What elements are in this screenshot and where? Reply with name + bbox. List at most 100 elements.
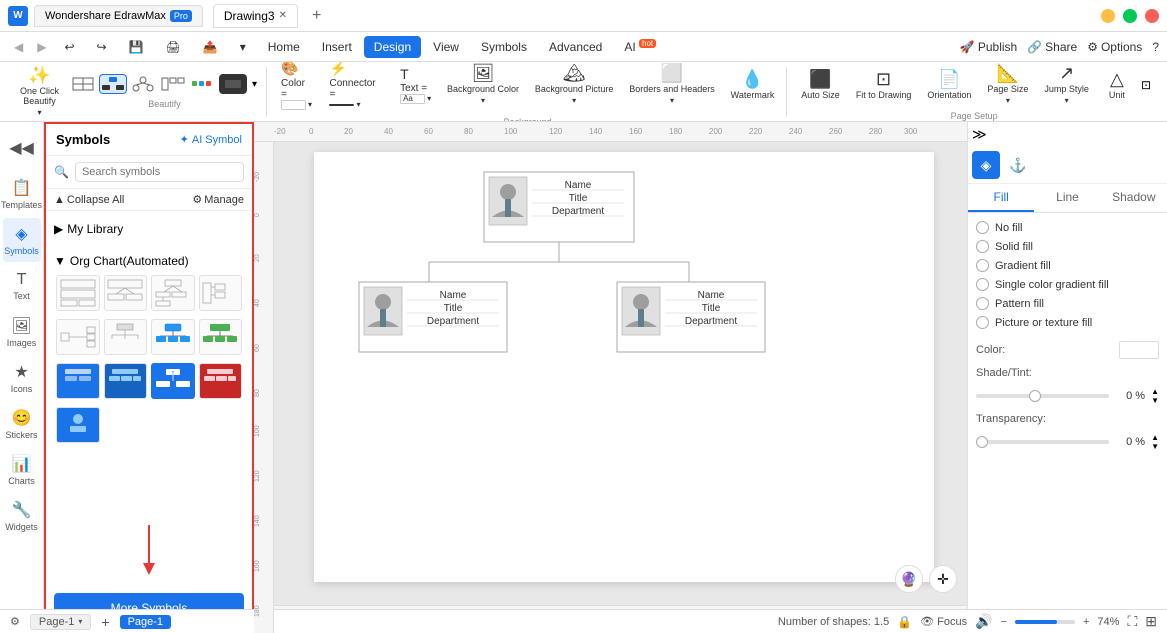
symbol-item-11[interactable]: T xyxy=(151,363,195,399)
watermark-button[interactable]: 💧 Watermark xyxy=(725,63,781,107)
nav-back-icon[interactable]: ◀ xyxy=(8,38,29,56)
sound-button[interactable]: 🔊 xyxy=(975,613,992,630)
layout-style-4[interactable] xyxy=(159,74,187,94)
borders-dropdown[interactable]: ▾ xyxy=(670,96,674,105)
layout-dropdown-button[interactable]: ▾ xyxy=(249,79,260,90)
menu-ai[interactable]: AI hot xyxy=(614,35,666,58)
layout-style-5[interactable] xyxy=(189,74,217,94)
bg-color-dropdown[interactable]: ▾ xyxy=(481,96,485,105)
one-click-beautify-button[interactable]: ✨ One ClickBeautify ▾ xyxy=(14,70,65,114)
color-swatch-box[interactable] xyxy=(1119,341,1159,359)
fill-option-none[interactable]: No fill xyxy=(976,221,1159,234)
sidebar-item-stickers[interactable]: 😊 Stickers xyxy=(3,402,41,446)
text-button[interactable]: T Text = Aa ▾ xyxy=(394,63,437,107)
magic-button[interactable]: 🔮 xyxy=(895,565,923,593)
transparency-thumb[interactable] xyxy=(976,436,988,448)
menu-design[interactable]: Design xyxy=(364,36,421,58)
symbol-item-12[interactable] xyxy=(199,363,243,399)
options-button[interactable]: ⚙ Options xyxy=(1087,40,1142,54)
move-button[interactable]: ✛ xyxy=(929,565,957,593)
save-button[interactable]: 💾 xyxy=(119,36,154,58)
symbol-item-13[interactable] xyxy=(56,407,100,443)
background-color-button[interactable]: 🎨 Color = ▾ xyxy=(275,62,319,113)
fill-option-solid[interactable]: Solid fill xyxy=(976,240,1159,253)
share-button[interactable]: 🔗 Share xyxy=(1027,40,1077,54)
fill-icon-button[interactable]: ◈ xyxy=(972,151,1000,179)
redo-button[interactable]: ↪ xyxy=(87,36,117,58)
symbol-item-4[interactable] xyxy=(199,275,243,311)
tab-shadow[interactable]: Shadow xyxy=(1101,184,1167,212)
focus-button[interactable]: 👁 Focus xyxy=(920,615,967,628)
drawing-tab[interactable]: Drawing3 ✕ xyxy=(213,4,298,28)
auto-size-button[interactable]: ⬛ Auto Size xyxy=(795,63,846,107)
page-dropdown[interactable]: ▾ xyxy=(78,617,82,626)
new-tab-button[interactable]: + xyxy=(304,3,329,29)
nav-forward-icon[interactable]: ▶ xyxy=(31,38,52,56)
borders-headers-button[interactable]: ⬜ Borders and Headers ▾ xyxy=(623,63,720,107)
transparency-slider[interactable] xyxy=(976,440,1109,444)
layout-style-6[interactable] xyxy=(219,74,247,94)
zoom-slider[interactable] xyxy=(1015,620,1075,624)
shade-slider[interactable] xyxy=(976,394,1109,398)
shade-thumb[interactable] xyxy=(1029,390,1041,402)
fill-option-pattern[interactable]: Pattern fill xyxy=(976,297,1159,310)
page-setup-collapse-button[interactable]: ⊡ xyxy=(1139,76,1153,94)
undo-button[interactable]: ↩ xyxy=(54,36,84,58)
orientation-button[interactable]: 📄 Orientation xyxy=(921,63,977,107)
menu-insert[interactable]: Insert xyxy=(312,36,362,58)
layout-style-1[interactable] xyxy=(69,74,97,94)
background-color-main-button[interactable]: 🖼 Background Color ▾ xyxy=(441,63,525,107)
jump-style-button[interactable]: ↗ Jump Style ▾ xyxy=(1038,63,1095,107)
zoom-in-button[interactable]: + xyxy=(1083,616,1089,628)
help-button[interactable]: ? xyxy=(1152,40,1159,54)
symbol-item-5[interactable] xyxy=(56,319,100,355)
symbol-item-7[interactable] xyxy=(151,319,195,355)
symbol-item-8[interactable] xyxy=(199,319,243,355)
manage-button[interactable]: ⚙ Manage xyxy=(192,193,244,206)
layout-style-3[interactable] xyxy=(129,74,157,94)
sidebar-item-widgets[interactable]: 🔧 Widgets xyxy=(3,494,41,538)
settings-button[interactable]: ⚙ xyxy=(10,615,20,628)
layout-button[interactable]: ⊞ xyxy=(1145,613,1157,630)
add-page-button[interactable]: + xyxy=(101,614,109,630)
menu-symbols[interactable]: Symbols xyxy=(471,36,537,58)
sidebar-item-images[interactable]: 🖼 Images xyxy=(3,310,41,354)
symbol-item-6[interactable] xyxy=(104,319,148,355)
transparency-arrows[interactable]: ▲ ▼ xyxy=(1151,433,1159,451)
fill-option-picture[interactable]: Picture or texture fill xyxy=(976,316,1159,329)
page-size-button[interactable]: 📐 Page Size ▾ xyxy=(981,63,1034,107)
sidebar-item-templates[interactable]: 📋 Templates xyxy=(3,172,41,216)
fill-option-gradient[interactable]: Gradient fill xyxy=(976,259,1159,272)
close-button[interactable] xyxy=(1145,9,1159,23)
fullscreen-button[interactable]: ⛶ xyxy=(1127,613,1137,630)
symbol-item-10[interactable] xyxy=(104,363,148,399)
menu-view[interactable]: View xyxy=(423,36,469,58)
sidebar-item-charts[interactable]: 📊 Charts xyxy=(3,448,41,492)
active-page-tab[interactable]: Page-1 xyxy=(120,615,171,629)
sidebar-item-text[interactable]: T Text xyxy=(3,264,41,308)
symbol-item-2[interactable] xyxy=(104,275,148,311)
symbol-item-3[interactable] xyxy=(151,275,195,311)
org-chart-header[interactable]: ▼ Org Chart(Automated) xyxy=(54,251,244,271)
maximize-button[interactable] xyxy=(1123,9,1137,23)
background-picture-button[interactable]: 🏔 Background Picture ▾ xyxy=(529,63,619,107)
tab-fill[interactable]: Fill xyxy=(968,184,1034,212)
layout-style-2[interactable] xyxy=(99,74,127,94)
shade-arrows[interactable]: ▲ ▼ xyxy=(1151,387,1159,405)
minimize-button[interactable] xyxy=(1101,9,1115,23)
bg-picture-dropdown[interactable]: ▾ xyxy=(572,96,576,105)
sidebar-item-symbols[interactable]: ◈ Symbols xyxy=(3,218,41,262)
search-input[interactable] xyxy=(75,162,244,182)
tab-close-icon[interactable]: ✕ xyxy=(279,10,287,21)
unit-button[interactable]: △ Unit xyxy=(1099,63,1135,107)
sidebar-collapse-button[interactable]: ◀◀ xyxy=(3,126,41,170)
connector-button[interactable]: ⚡ Connector = ▾ xyxy=(323,62,390,112)
anchor-icon-button[interactable]: ⚓ xyxy=(1004,151,1032,179)
zoom-out-button[interactable]: − xyxy=(1001,616,1007,628)
dropdown-arrow[interactable]: ▾ xyxy=(230,36,256,58)
app-tab[interactable]: Wondershare EdrawMax Pro xyxy=(34,5,203,27)
collapse-all-button[interactable]: ▲ Collapse All xyxy=(54,194,124,206)
ai-symbol-button[interactable]: ✦ AI Symbol xyxy=(180,133,242,146)
expand-right-button[interactable]: ≫ xyxy=(972,126,987,143)
sidebar-item-icons[interactable]: ★ Icons xyxy=(3,356,41,400)
